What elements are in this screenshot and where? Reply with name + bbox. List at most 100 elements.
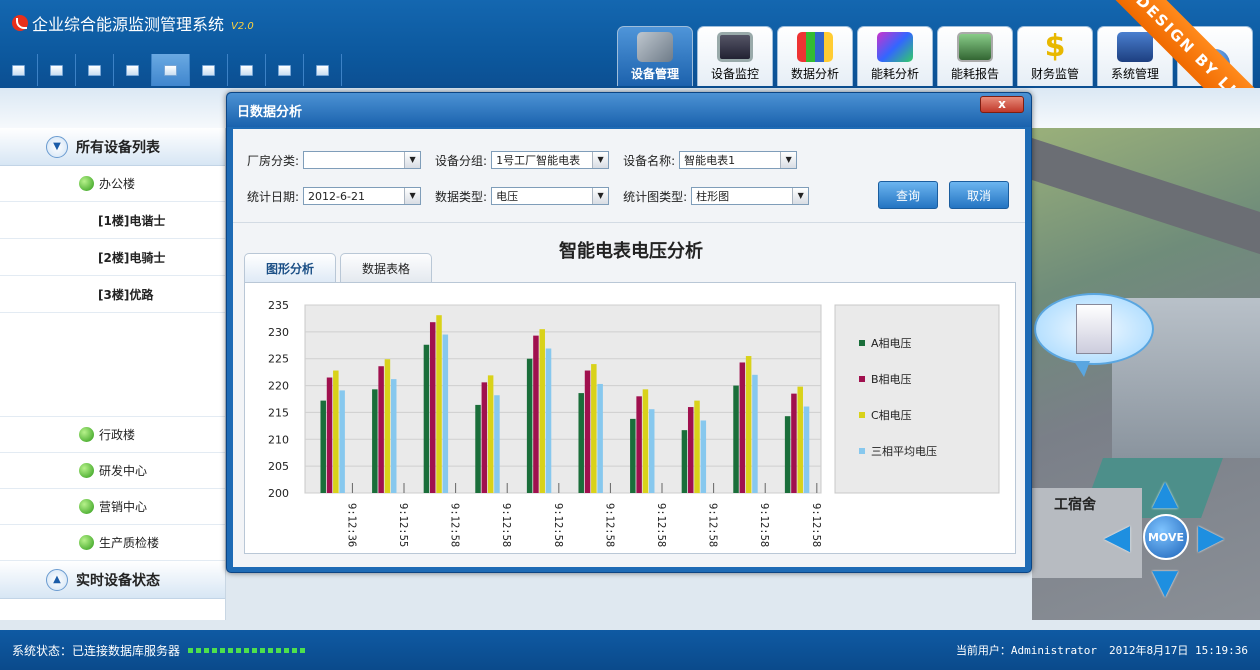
bar	[526, 358, 533, 493]
filter-row-1: 厂房分类: ▼ 设备分组: 1号工厂智能电表 ▼ 设备名称: 智能电表1 ▼	[247, 151, 811, 169]
tab-nav-5[interactable]: $ 财务监管	[1017, 26, 1093, 86]
toolbar-btn-9[interactable]	[304, 54, 342, 86]
date-value: 2012-6-21	[308, 189, 365, 203]
arrow-up-icon[interactable]: ▲	[1152, 476, 1178, 510]
bar	[384, 359, 391, 493]
nav-tab-label: 能耗分析	[870, 67, 919, 81]
logo-icon	[12, 15, 28, 31]
x-tick-label: 9:12:58	[552, 503, 564, 547]
move-button[interactable]: MOVE	[1143, 514, 1189, 560]
filter-panel: 厂房分类: ▼ 设备分组: 1号工厂智能电表 ▼ 设备名称: 智能电表1 ▼ 统计日…	[233, 129, 1025, 223]
sidebar-group-qc[interactable]: 生产质检楼	[0, 525, 225, 561]
tab-nav-3[interactable]: 能耗分析	[857, 26, 933, 86]
bar	[326, 377, 333, 493]
x-tick-label: 9:12:58	[500, 503, 512, 547]
sidebar-group-sales[interactable]: 营销中心	[0, 489, 225, 525]
bar	[681, 430, 688, 493]
legend-swatch	[859, 340, 865, 346]
sidebar-group-rd[interactable]: 研发中心	[0, 453, 225, 489]
toolbar-btn-3[interactable]	[76, 54, 114, 86]
device-manage-icon	[637, 32, 673, 62]
x-tick-label: 9:12:58	[449, 503, 461, 547]
bar	[372, 389, 378, 493]
arrow-right-icon[interactable]: ▶	[1198, 520, 1224, 554]
tab-nav-4[interactable]: 能耗报告	[937, 26, 1013, 86]
tab-nav-2[interactable]: 数据分析	[777, 26, 853, 86]
device-group-select[interactable]: 1号工厂智能电表 ▼	[491, 151, 610, 169]
nav-tab-label: 能耗报告	[950, 67, 999, 81]
toolbar-icon	[240, 64, 253, 76]
bar	[752, 374, 758, 493]
bar	[475, 404, 481, 493]
group-label: 营销中心	[99, 500, 148, 514]
sidebar-group-admin[interactable]: 行政楼	[0, 417, 225, 453]
x-tick-label: 9:12:58	[758, 503, 770, 547]
y-tick-label: 225	[268, 353, 289, 366]
factory-select[interactable]: ▼	[303, 151, 422, 169]
query-button[interactable]: 查询	[878, 181, 938, 209]
y-tick-label: 200	[268, 487, 289, 500]
toolbar-btn-4[interactable]	[114, 54, 152, 86]
bar	[597, 383, 603, 493]
data-type-select[interactable]: 电压 ▼	[491, 187, 610, 205]
nav-tab-label: 数据分析	[790, 67, 839, 81]
map-road	[1032, 129, 1260, 267]
y-tick-label: 235	[268, 299, 289, 312]
sidebar-item-floor1[interactable]: [1楼]电谐士	[0, 202, 225, 239]
tab-chart-analysis[interactable]: 图形分析	[244, 253, 336, 282]
date-select[interactable]: 2012-6-21 ▼	[303, 187, 422, 205]
chart-type-label: 统计图类型:	[623, 189, 688, 204]
x-tick-label: 9:12:58	[655, 503, 667, 547]
bar	[487, 375, 494, 493]
all-devices-header[interactable]: ▼ 所有设备列表	[0, 128, 225, 166]
sidebar-item-floor2[interactable]: [2楼]电骑士	[0, 239, 225, 276]
y-tick-label: 210	[268, 433, 289, 446]
tab-data-table[interactable]: 数据表格	[340, 253, 432, 282]
status-datetime: 2012年8月17日 15:19:36	[1109, 644, 1248, 657]
energy-report-icon	[957, 32, 993, 62]
daily-analysis-dialog: 日数据分析 x 厂房分类: ▼ 设备分组: 1号工厂智能电表 ▼ 设备名称: 智能…	[226, 92, 1032, 573]
green-dot-icon	[79, 427, 94, 442]
group-label: 办公楼	[99, 177, 136, 191]
bar	[390, 379, 397, 493]
chart-type-select[interactable]: 柱形图 ▼	[691, 187, 810, 205]
toolbar-btn-1[interactable]	[0, 54, 38, 86]
toolbar-btn-5[interactable]	[152, 54, 190, 86]
bar	[423, 344, 430, 493]
y-tick-label: 230	[268, 326, 289, 339]
realtime-status-header[interactable]: ▲ 实时设备状态	[0, 561, 225, 599]
x-tick-label: 9:12:58	[707, 503, 719, 547]
finance-icon: $	[1044, 29, 1066, 64]
device-bubble[interactable]	[1034, 293, 1154, 377]
device-group-label: 设备分组:	[435, 153, 488, 168]
cancel-button[interactable]: 取消	[949, 181, 1009, 209]
arrow-down-icon[interactable]: ▼	[1152, 565, 1178, 599]
green-dot-icon	[79, 499, 94, 514]
close-button[interactable]: x	[980, 96, 1024, 113]
device-group-value: 1号工厂智能电表	[496, 154, 581, 167]
toolbar-btn-6[interactable]	[190, 54, 228, 86]
device-name-select[interactable]: 智能电表1 ▼	[679, 151, 798, 169]
bar	[700, 420, 707, 493]
dorm-label: 工宿舍	[1054, 497, 1096, 513]
y-tick-label: 205	[268, 460, 289, 473]
sidebar-group-office[interactable]: 办公楼	[0, 166, 225, 202]
toolbar-icon	[88, 64, 101, 76]
dropdown-arrow-icon: ▼	[592, 152, 609, 168]
bar	[539, 329, 545, 493]
toolbar-btn-2[interactable]	[38, 54, 76, 86]
toolbar-icon	[164, 64, 177, 76]
tab-nav-0[interactable]: 设备管理	[617, 26, 693, 86]
legend-swatch	[859, 448, 865, 454]
sidebar-item-floor3[interactable]: [3楼]优路	[0, 276, 225, 313]
arrow-left-icon[interactable]: ◀	[1104, 520, 1130, 554]
dialog-titlebar[interactable]: 日数据分析	[227, 93, 1031, 127]
bar	[591, 364, 597, 493]
toolbar-btn-7[interactable]	[228, 54, 266, 86]
tab-nav-1[interactable]: 设备监控	[697, 26, 773, 86]
bar	[442, 334, 449, 493]
toolbar-btn-8[interactable]	[266, 54, 304, 86]
item-label: [2楼]电骑士	[98, 250, 166, 265]
chart-title: 智能电表电压分析	[559, 241, 703, 262]
app-title: 企业综合能源监测管理系统	[32, 15, 225, 34]
